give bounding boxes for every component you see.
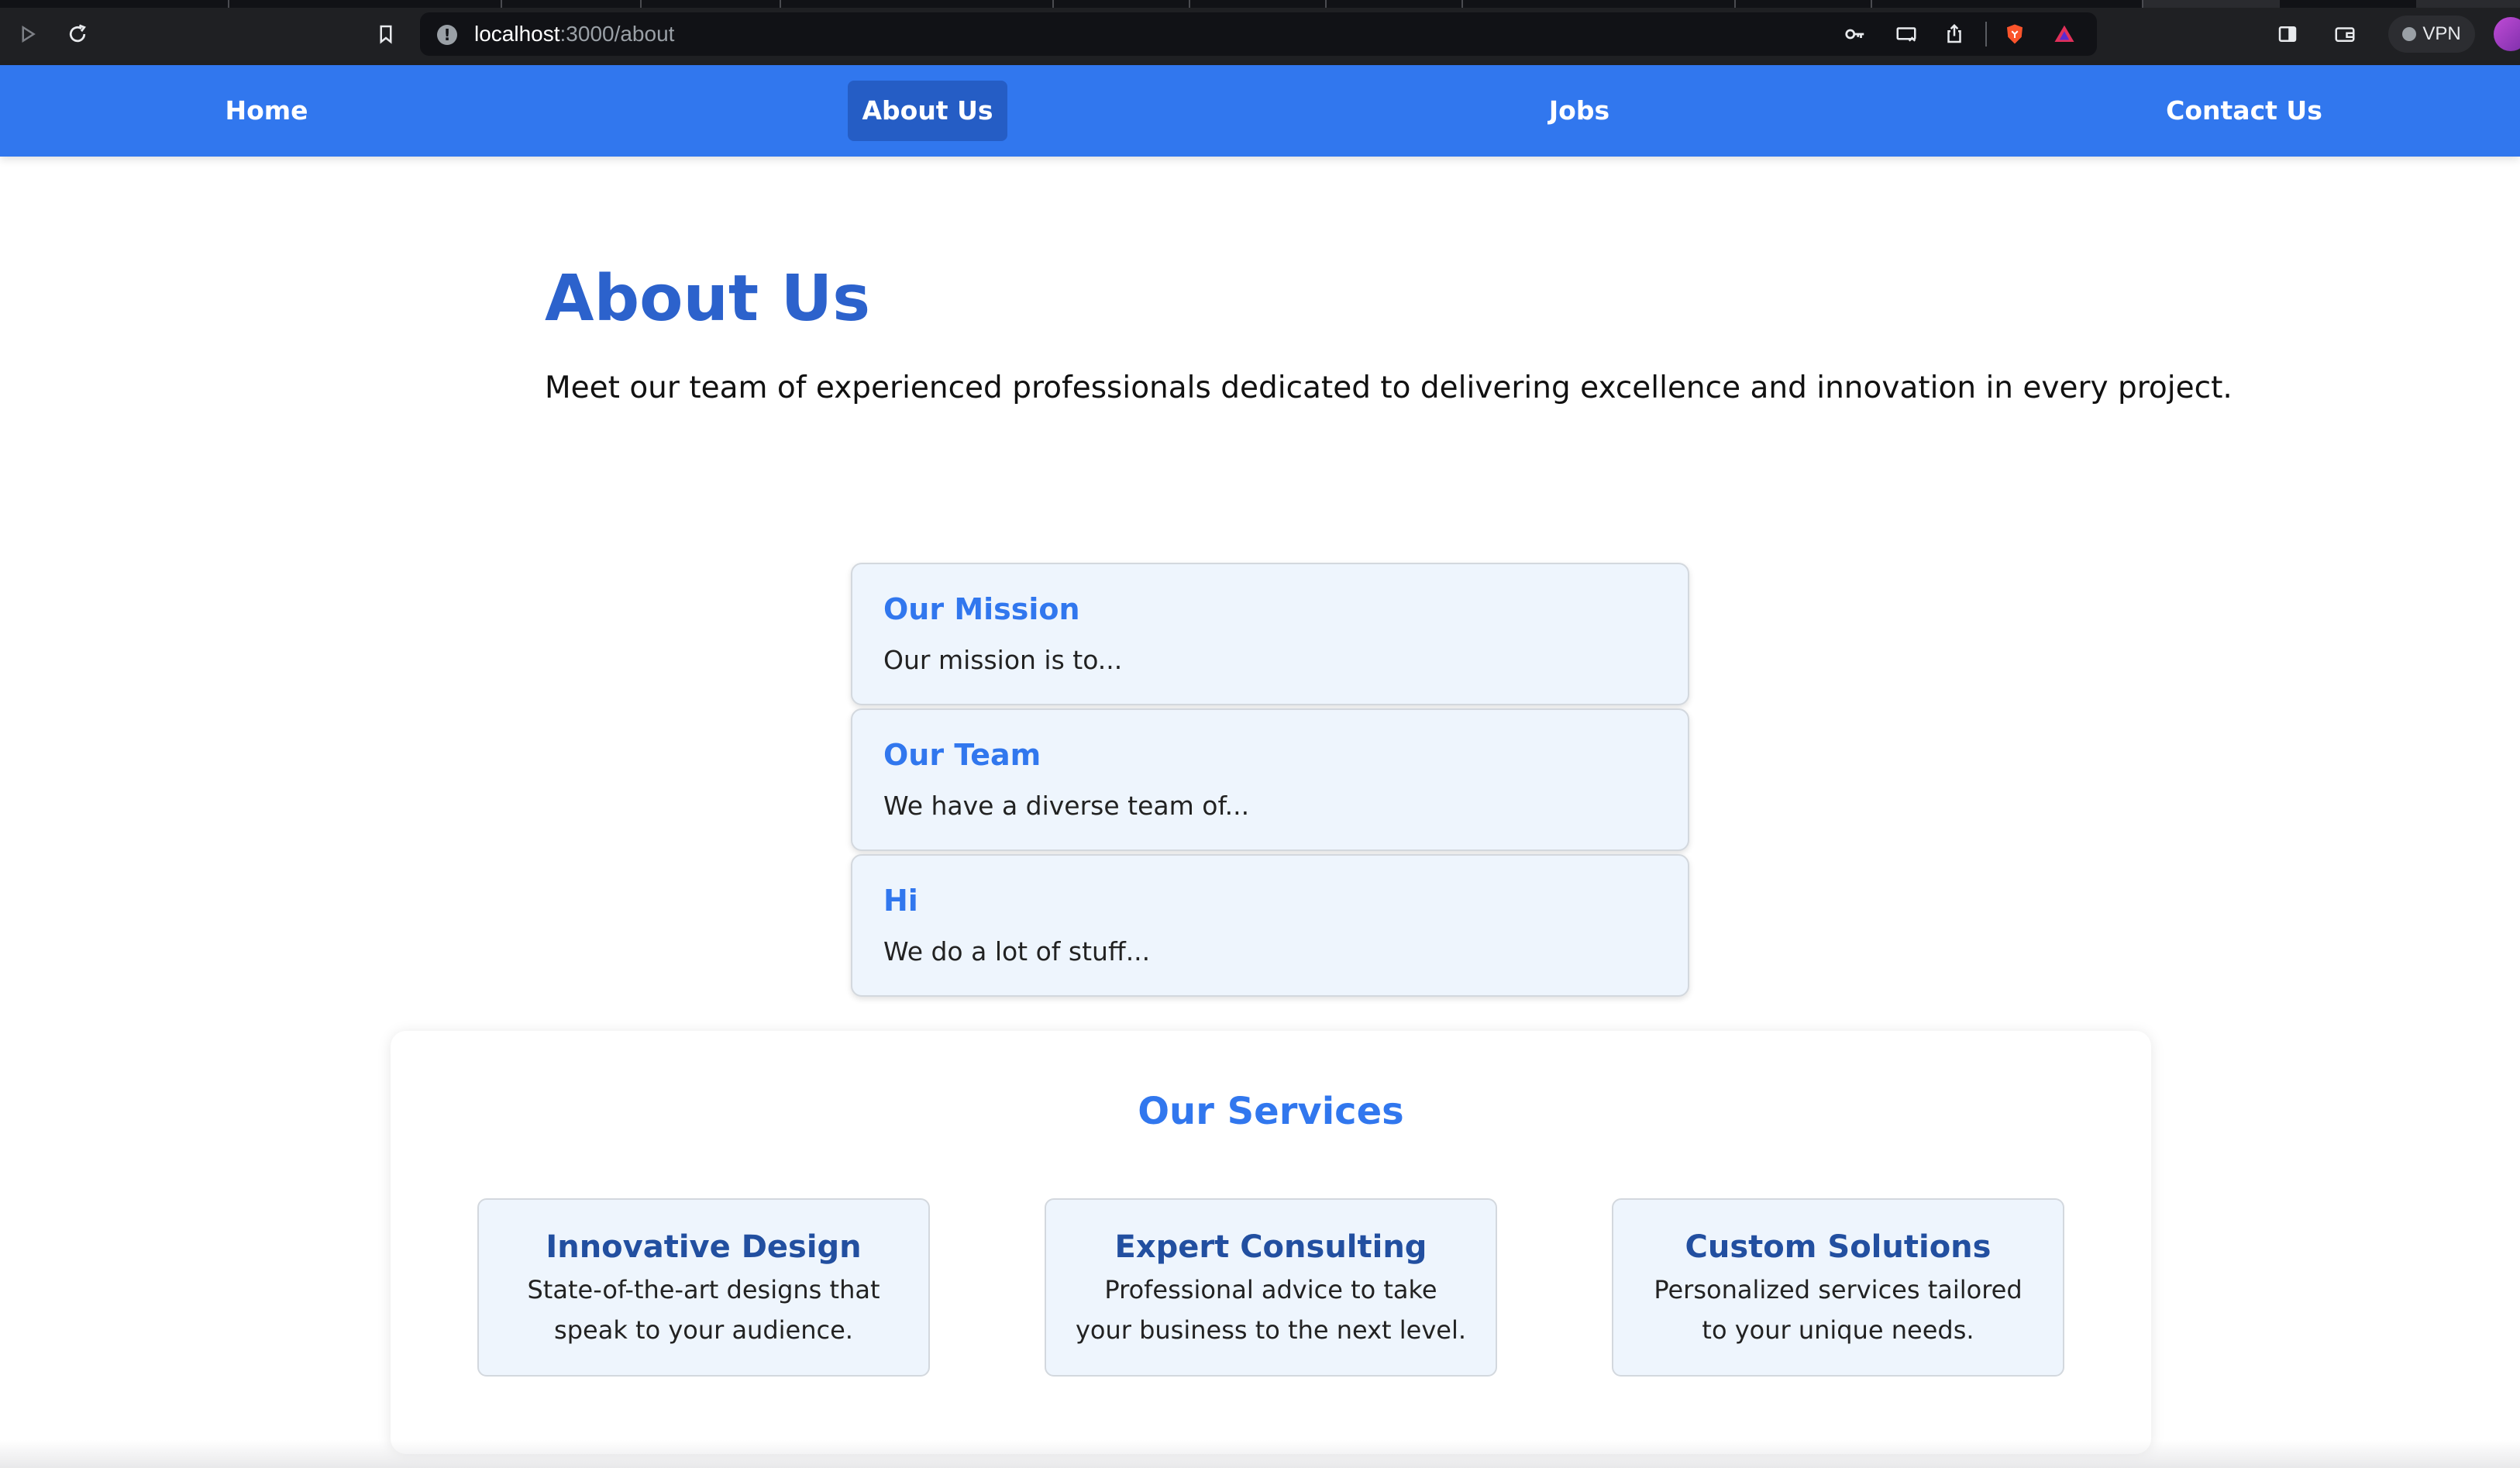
profile-avatar[interactable] xyxy=(2494,17,2520,51)
card-text: We do a lot of stuff... xyxy=(883,936,1151,967)
service-card-innovative-design: Innovative Design State-of-the-art desig… xyxy=(477,1198,930,1377)
vpn-status-icon xyxy=(2402,27,2417,41)
forward-icon[interactable] xyxy=(12,19,43,50)
service-description: State-of-the-art designs that speak to y… xyxy=(527,1275,880,1345)
card-title: Our Mission xyxy=(883,592,1080,626)
url-divider xyxy=(1985,22,1987,47)
service-description: Personalized services tailored to your u… xyxy=(1654,1275,2023,1345)
nav-about-us[interactable]: About Us xyxy=(848,81,1007,141)
reload-icon[interactable] xyxy=(62,19,93,50)
card-hi: Hi We do a lot of stuff... xyxy=(851,854,1689,997)
service-description: Professional advice to take your busines… xyxy=(1075,1275,1467,1345)
vpn-label: VPN xyxy=(2422,23,2461,44)
page-title: About Us xyxy=(545,262,871,336)
cast-icon[interactable] xyxy=(1892,20,1920,48)
bookmark-icon[interactable] xyxy=(370,19,401,50)
service-card-custom-solutions: Custom Solutions Personalized services t… xyxy=(1612,1198,2064,1377)
services-heading: Our Services xyxy=(1138,1090,1404,1133)
card-our-team: Our Team We have a diverse team of... xyxy=(851,708,1689,851)
address-bar[interactable]: ! localhost:3000/about xyxy=(420,12,2097,56)
vpn-button[interactable]: VPN xyxy=(2388,16,2475,53)
service-card-expert-consulting: Expert Consulting Professional advice to… xyxy=(1045,1198,1497,1377)
share-icon[interactable] xyxy=(1940,20,1968,48)
card-text: We have a diverse team of... xyxy=(883,791,1250,821)
site-info-icon[interactable]: ! xyxy=(437,25,457,45)
key-icon[interactable] xyxy=(1841,20,1869,48)
services-section: Our Services Innovative Design State-of-… xyxy=(391,1031,2151,1454)
sidebar-toggle-icon[interactable] xyxy=(2272,19,2303,50)
service-title: Custom Solutions xyxy=(1685,1229,1992,1265)
card-title: Our Team xyxy=(883,738,1041,772)
url-text[interactable]: localhost:3000/about xyxy=(474,22,674,47)
site-nav: Home About Us Jobs Contact Us xyxy=(0,65,2520,157)
rewards-icon[interactable] xyxy=(2050,20,2078,48)
nav-home[interactable]: Home xyxy=(189,81,344,141)
page-bottom-shadow xyxy=(0,1440,2520,1468)
card-text: Our mission is to... xyxy=(883,645,1123,675)
service-title: Expert Consulting xyxy=(1114,1229,1427,1265)
tab-strip xyxy=(0,0,2520,8)
brave-shield-icon[interactable] xyxy=(2001,20,2029,48)
about-intro-text: Meet our team of experienced professiona… xyxy=(545,370,2233,405)
service-title: Innovative Design xyxy=(546,1229,862,1265)
nav-jobs[interactable]: Jobs xyxy=(1502,81,1657,141)
nav-contact-us[interactable]: Contact Us xyxy=(2128,81,2360,141)
card-our-mission: Our Mission Our mission is to... xyxy=(851,563,1689,705)
wallet-icon[interactable] xyxy=(2329,19,2360,50)
card-title: Hi xyxy=(883,884,918,918)
browser-chrome: ! localhost:3000/about VPN xyxy=(0,0,2520,65)
